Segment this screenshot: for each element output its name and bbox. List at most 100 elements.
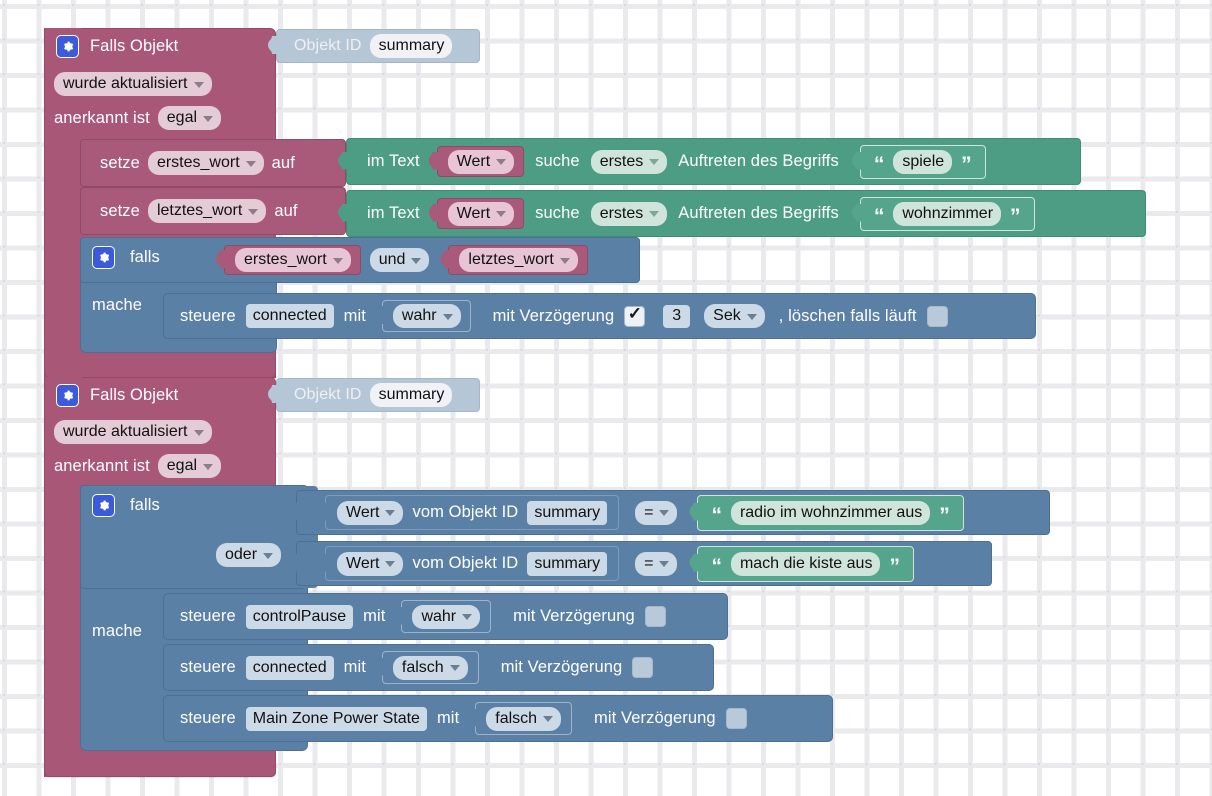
delay-checkbox-1[interactable] bbox=[624, 304, 646, 327]
text-literal-block-4[interactable]: “ mach die kiste aus ” bbox=[697, 545, 914, 582]
if-do-block-1-header[interactable]: falls bbox=[92, 246, 160, 269]
chevron-down-icon bbox=[332, 257, 343, 264]
text-literal-block-1[interactable]: “ spiele ” bbox=[860, 144, 986, 179]
state-operand-dropdown-1[interactable]: Wert bbox=[337, 500, 404, 525]
state-value-block-1[interactable]: Wert vom Objekt ID summary bbox=[325, 495, 620, 530]
comparator-dropdown-1[interactable]: = bbox=[635, 500, 678, 525]
object-id-block-1[interactable]: Objekt ID summary bbox=[276, 29, 480, 63]
logic-operator-dropdown-2[interactable]: oder bbox=[216, 543, 282, 567]
comparison-block-1[interactable]: Wert vom Objekt ID summary = “ radio im … bbox=[296, 490, 1050, 535]
set-variable-dropdown-2[interactable]: letztes_wort bbox=[147, 199, 267, 223]
control-state-block-3[interactable]: steuere connected mit falsch mit Verzöge… bbox=[163, 644, 714, 691]
text-index-of-block-2[interactable]: im Text Wert suche erstes Auftreten des … bbox=[346, 190, 1146, 237]
control-value-block-2[interactable]: wahr bbox=[401, 600, 492, 633]
control-value-dropdown-3[interactable]: falsch bbox=[392, 655, 468, 680]
chevron-down-icon bbox=[193, 429, 204, 436]
delay-checkbox-2[interactable] bbox=[644, 606, 666, 627]
set-variable-dropdown-1[interactable]: erstes_wort bbox=[147, 151, 264, 175]
trigger-dropdown-row-1[interactable]: wurde aktualisiert bbox=[54, 72, 212, 96]
quote-close-icon: ” bbox=[939, 503, 950, 527]
delay-checkbox-3[interactable] bbox=[632, 657, 654, 678]
comparator-dropdown-2[interactable]: = bbox=[635, 551, 678, 576]
set-variable-block-2[interactable]: setze letztes_wort auf bbox=[80, 187, 346, 235]
set-label-1: setze bbox=[100, 153, 140, 172]
text-literal-value-4[interactable]: mach die kiste aus bbox=[730, 551, 881, 576]
in-text-label-1: im Text bbox=[367, 152, 420, 170]
event-block-2-title: Falls Objekt bbox=[90, 386, 179, 404]
delay-amount-1[interactable]: 3 bbox=[663, 304, 691, 328]
event-block-1-title-row[interactable]: Falls Objekt bbox=[44, 28, 276, 65]
control-object-3[interactable]: connected bbox=[245, 655, 334, 680]
text-index-of-block-1[interactable]: im Text Wert suche erstes Auftreten des … bbox=[346, 138, 1081, 185]
chevron-down-icon bbox=[449, 665, 460, 671]
text-literal-value-2[interactable]: wohnzimmer bbox=[893, 201, 1002, 226]
state-operand-dropdown-2[interactable]: Wert bbox=[337, 551, 404, 576]
operand-dropdown-2[interactable]: Wert bbox=[447, 201, 515, 226]
control-object-1[interactable]: connected bbox=[245, 304, 334, 328]
chevron-down-icon bbox=[385, 561, 396, 567]
event-block-2-title-row[interactable]: Falls Objekt bbox=[44, 377, 276, 414]
state-value-block-2[interactable]: Wert vom Objekt ID summary bbox=[325, 546, 620, 581]
delay-checkbox-4[interactable] bbox=[725, 708, 747, 729]
text-literal-block-3[interactable]: “ radio im wohnzimmer aus ” bbox=[697, 494, 964, 531]
ack-row-2[interactable]: anerkannt ist egal bbox=[54, 454, 222, 478]
state-object-id-2[interactable]: summary bbox=[527, 551, 608, 576]
gear-icon[interactable] bbox=[56, 384, 79, 407]
control-value-block-4[interactable]: falsch bbox=[475, 702, 573, 735]
logic-operator-dropdown-1[interactable]: und bbox=[369, 248, 430, 272]
control-object-4[interactable]: Main Zone Power State bbox=[245, 706, 427, 731]
gear-icon[interactable] bbox=[56, 35, 79, 58]
clear-checkbox-1[interactable] bbox=[926, 305, 948, 327]
trigger-dropdown-row-2[interactable]: wurde aktualisiert bbox=[54, 420, 212, 444]
text-literal-block-2[interactable]: “ wohnzimmer ” bbox=[860, 196, 1035, 231]
comparator-label-1: = bbox=[644, 503, 654, 521]
operand-dropdown-1[interactable]: Wert bbox=[447, 149, 515, 174]
quote-close-icon: ” bbox=[1010, 204, 1021, 228]
puzzle-plug bbox=[467, 709, 477, 729]
control-value-dropdown-1[interactable]: wahr bbox=[392, 304, 461, 328]
object-id-value-1[interactable]: summary bbox=[369, 34, 453, 58]
control-value-dropdown-4[interactable]: falsch bbox=[486, 706, 562, 731]
control-value-dropdown-2[interactable]: wahr bbox=[412, 604, 481, 629]
variable-block-letztes-wort[interactable]: letztes_wort bbox=[448, 245, 588, 275]
state-from-label-1: vom Objekt ID bbox=[412, 503, 519, 521]
control-object-2[interactable]: controlPause bbox=[245, 604, 354, 629]
object-id-block-2[interactable]: Objekt ID summary bbox=[276, 378, 480, 412]
logic-operator-label-1: und bbox=[378, 251, 406, 268]
operand-block-2[interactable]: Wert bbox=[437, 198, 525, 229]
set-variable-block-1[interactable]: setze erstes_wort auf bbox=[80, 139, 346, 187]
text-literal-value-3[interactable]: radio im wohnzimmer aus bbox=[730, 500, 931, 525]
ack-dropdown-2[interactable]: egal bbox=[157, 454, 222, 478]
occurrence-dropdown-2[interactable]: erstes bbox=[590, 201, 668, 226]
control-value-block-1[interactable]: wahr bbox=[382, 300, 471, 332]
delay-label-4: mit Verzögerung bbox=[594, 709, 716, 727]
object-id-value-2[interactable]: summary bbox=[369, 383, 453, 407]
occurrence-dropdown-1[interactable]: erstes bbox=[590, 149, 668, 174]
puzzle-plug bbox=[429, 204, 439, 224]
blockly-workspace[interactable]: Falls Objekt Objekt ID summary wurde akt… bbox=[0, 0, 1212, 796]
or-operator-wrap[interactable]: oder bbox=[216, 543, 282, 567]
ack-dropdown-1[interactable]: egal bbox=[157, 106, 222, 130]
if-do-block-2-header[interactable]: falls bbox=[92, 494, 160, 517]
operand-block-1[interactable]: Wert bbox=[437, 146, 525, 177]
comparison-block-2[interactable]: Wert vom Objekt ID summary = “ mach die … bbox=[296, 541, 992, 586]
gear-icon[interactable] bbox=[92, 494, 115, 517]
control-value-block-3[interactable]: falsch bbox=[382, 651, 479, 684]
variable-block-erstes-wort[interactable]: erstes_wort bbox=[224, 245, 361, 275]
variable-dropdown-erstes-wort[interactable]: erstes_wort bbox=[235, 248, 351, 272]
control-state-block-2[interactable]: steuere controlPause mit wahr mit Verzög… bbox=[163, 593, 728, 640]
gear-icon[interactable] bbox=[92, 246, 115, 269]
state-object-id-1[interactable]: summary bbox=[527, 500, 608, 525]
control-state-block-4[interactable]: steuere Main Zone Power State mit falsch… bbox=[163, 695, 833, 742]
text-literal-value-1[interactable]: spiele bbox=[893, 149, 953, 174]
delay-unit-dropdown-1[interactable]: Sek bbox=[704, 304, 765, 328]
puzzle-plug bbox=[393, 607, 403, 627]
variable-dropdown-letztes-wort[interactable]: letztes_wort bbox=[459, 248, 578, 272]
control-state-block-1[interactable]: steuere connected mit wahr mit Verzögeru… bbox=[163, 293, 1036, 339]
logic-operation-block-1[interactable]: erstes_wort und letztes_wort bbox=[214, 245, 588, 275]
puzzle-plug bbox=[338, 204, 348, 224]
chevron-down-icon bbox=[203, 463, 214, 470]
trigger-dropdown-1[interactable]: wurde aktualisiert bbox=[54, 72, 212, 96]
trigger-dropdown-2[interactable]: wurde aktualisiert bbox=[54, 420, 212, 444]
ack-row-1[interactable]: anerkannt ist egal bbox=[54, 106, 222, 130]
